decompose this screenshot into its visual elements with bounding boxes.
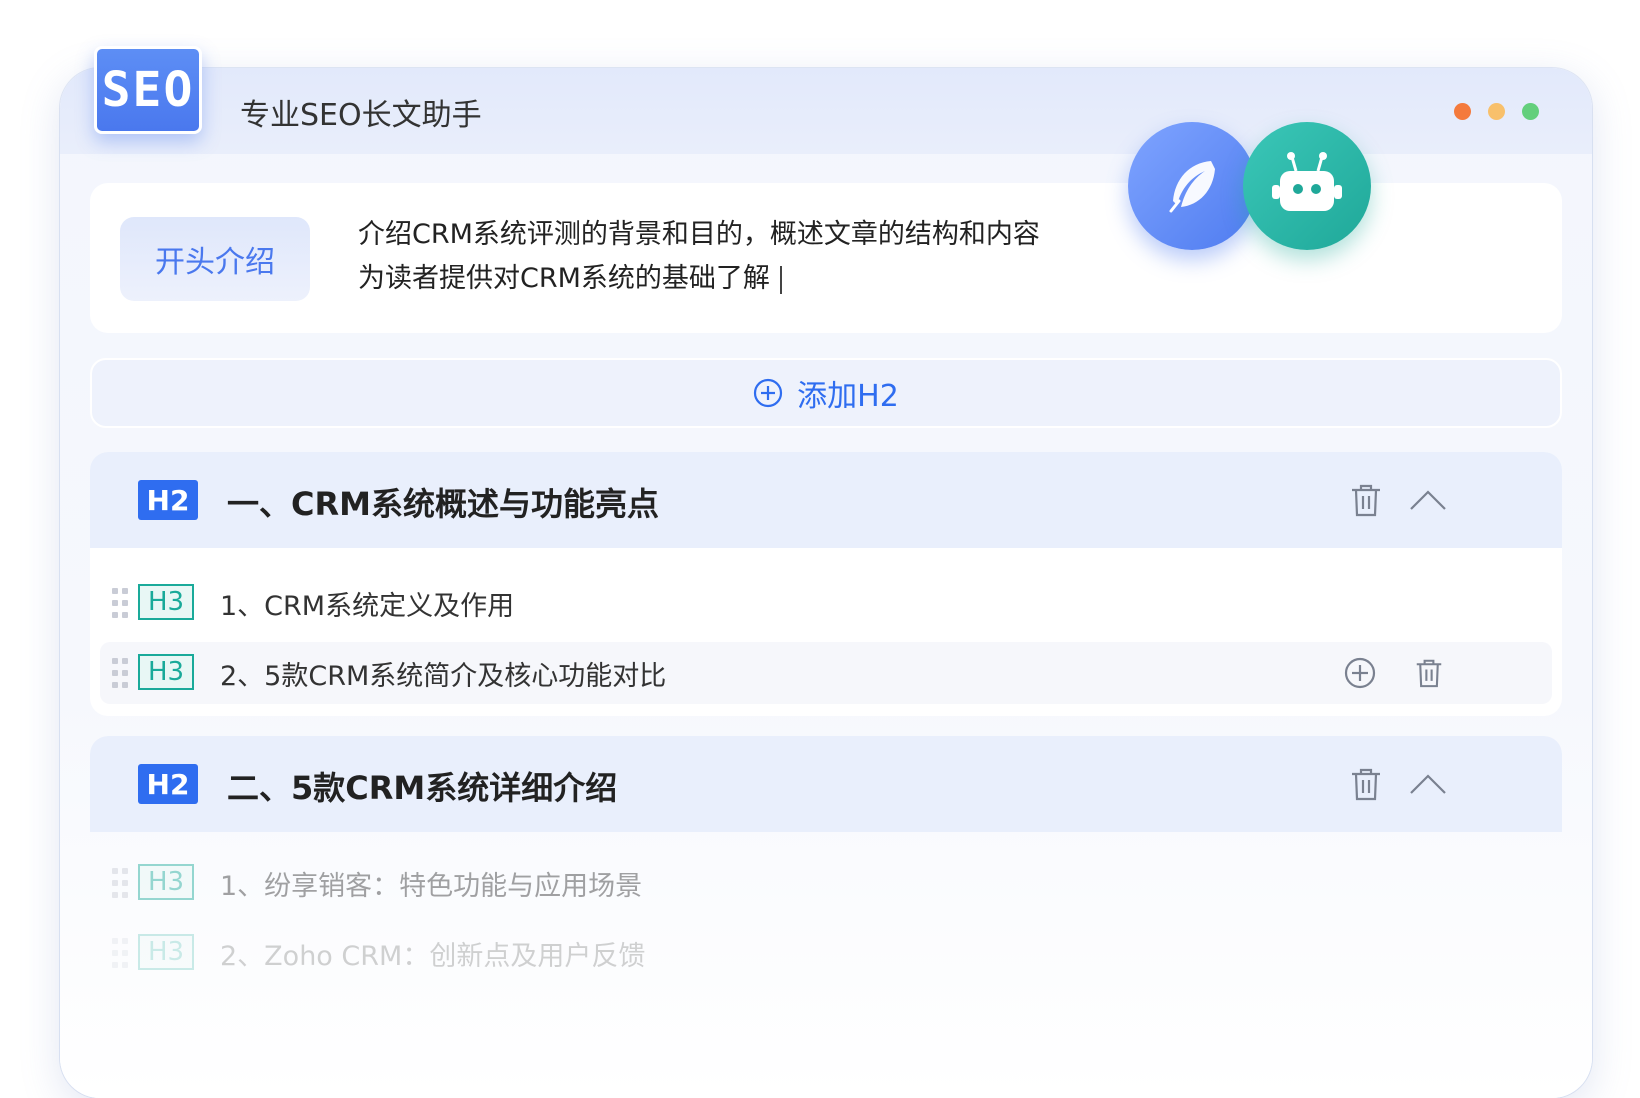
drag-handle-icon[interactable]	[112, 938, 130, 968]
h2-tag: H2	[138, 480, 198, 520]
trash-icon	[1416, 659, 1442, 688]
feather-icon	[1169, 161, 1215, 213]
drag-handle-icon[interactable]	[112, 658, 130, 688]
h2-title[interactable]: 二、5款CRM系统详细介绍	[227, 763, 617, 809]
collapse-button[interactable]	[1408, 766, 1448, 802]
delete-h3-button[interactable]	[1412, 656, 1446, 690]
robot-icon	[1272, 152, 1342, 211]
add-h3-button[interactable]	[1343, 656, 1377, 690]
plus-circle-icon	[754, 378, 783, 408]
trash-icon	[1352, 768, 1380, 801]
h3-tag: H3	[138, 864, 194, 900]
drag-handle-icon[interactable]	[112, 868, 130, 898]
seo-logo: SEO	[94, 46, 202, 134]
robot-avatar	[1243, 122, 1371, 250]
h2-tag: H2	[138, 764, 198, 804]
h2-header: H2 一、CRM系统概述与功能亮点	[90, 452, 1562, 548]
trash-icon	[1352, 484, 1380, 517]
h3-tag: H3	[138, 934, 194, 970]
delete-h2-button[interactable]	[1346, 764, 1386, 804]
h2-section: H2 一、CRM系统概述与功能亮点 H3 1、CRM系统定义及作用 H3 2、5…	[90, 452, 1562, 716]
feather-avatar	[1128, 122, 1256, 250]
h3-title[interactable]: 2、Zoho CRM：创新点及用户反馈	[220, 934, 645, 973]
h3-item[interactable]: H3 2、5款CRM系统简介及核心功能对比	[100, 642, 1552, 704]
intro-line-2: 为读者提供对CRM系统的基础了解	[358, 257, 1040, 301]
h3-item[interactable]: H3 1、纷享销客：特色功能与应用场景	[100, 852, 1552, 914]
h3-item[interactable]: H3 1、CRM系统定义及作用	[100, 572, 1552, 634]
intro-line-2-text: 为读者提供对CRM系统的基础了解	[358, 263, 770, 294]
window-controls	[1454, 103, 1539, 120]
minimize-dot[interactable]	[1488, 103, 1505, 120]
collapse-button[interactable]	[1408, 482, 1448, 518]
intro-text[interactable]: 介绍CRM系统评测的背景和目的，概述文章的结构和内容 为读者提供对CRM系统的基…	[358, 213, 1040, 301]
add-h2-label: 添加H2	[797, 379, 899, 414]
h3-tag: H3	[138, 584, 194, 620]
intro-tag[interactable]: 开头介绍	[120, 217, 310, 301]
h3-title[interactable]: 1、纷享销客：特色功能与应用场景	[220, 864, 642, 903]
h3-title[interactable]: 1、CRM系统定义及作用	[220, 584, 514, 623]
add-h2-button[interactable]: 添加H2	[90, 358, 1562, 428]
h2-section: H2 二、5款CRM系统详细介绍 H3 1、纷享销客：特色功能与应用场景 H3 …	[90, 736, 1562, 1056]
chevron-up-icon	[1410, 490, 1446, 510]
maximize-dot[interactable]	[1522, 103, 1539, 120]
text-cursor	[779, 265, 782, 294]
delete-h2-button[interactable]	[1346, 480, 1386, 520]
h3-tag: H3	[138, 654, 194, 690]
plus-circle-icon	[1344, 657, 1376, 689]
h2-header: H2 二、5款CRM系统详细介绍	[90, 736, 1562, 832]
h3-item[interactable]: H3 2、Zoho CRM：创新点及用户反馈	[100, 922, 1552, 984]
chevron-up-icon	[1410, 774, 1446, 794]
h2-title[interactable]: 一、CRM系统概述与功能亮点	[227, 479, 659, 525]
intro-line-1: 介绍CRM系统评测的背景和目的，概述文章的结构和内容	[358, 219, 1040, 250]
app-title: 专业SEO长文助手	[240, 98, 482, 133]
drag-handle-icon[interactable]	[112, 588, 130, 618]
close-dot[interactable]	[1454, 103, 1471, 120]
h3-title[interactable]: 2、5款CRM系统简介及核心功能对比	[220, 654, 666, 693]
